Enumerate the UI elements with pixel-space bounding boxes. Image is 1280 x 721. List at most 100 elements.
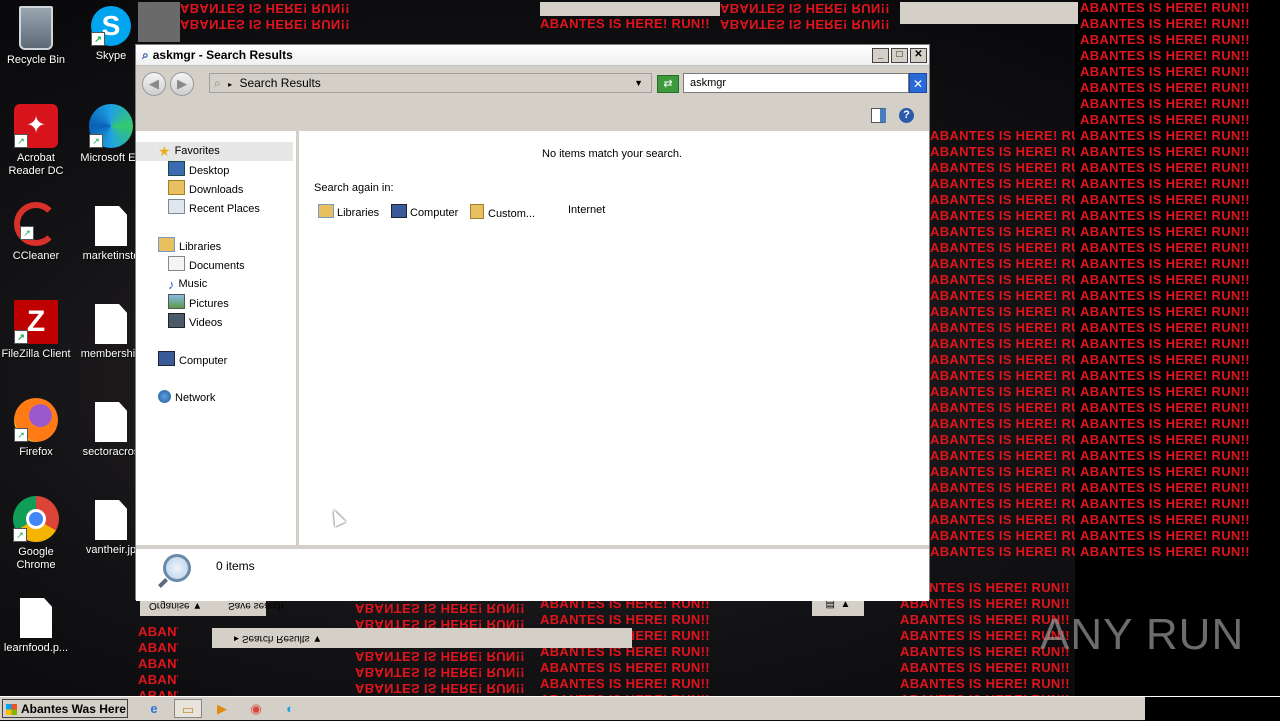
explorer-window[interactable]: ⌕ askmgr - Search Results _ □ ✕ ◀ ▶ ⌕ ▸ … (135, 44, 930, 601)
spam-text-row: ABANTES IS HERE! RUN!! ABANTES IS HERE! … (720, 1, 890, 32)
maximize-button[interactable]: □ (891, 47, 908, 63)
nav-item-videos[interactable]: Videos (168, 313, 222, 332)
taskbar-ie-icon[interactable]: e (140, 699, 168, 718)
taskbar-chrome-icon[interactable]: ◉ (242, 699, 270, 718)
navigation-pane: ★ Favorites Desktop Downloads Recent Plac… (136, 131, 299, 545)
nav-item-documents[interactable]: Documents (168, 256, 245, 275)
nav-label: Music (178, 278, 208, 290)
desktop-icon-firefox[interactable]: ↗ Firefox (0, 398, 74, 459)
search-icon: ⌕ (214, 76, 221, 90)
desktop-icon-chrome[interactable]: ↗ Google Chrome (0, 496, 74, 572)
window-title: askmgr - Search Results (152, 48, 293, 62)
close-button[interactable]: ✕ (910, 47, 927, 63)
address-bar[interactable]: ⌕ ▸ Search Results ▼ (209, 73, 652, 93)
desktop-icon (168, 161, 185, 176)
shortcut-arrow-icon: ↗ (14, 134, 28, 148)
desktop-icon-learnfood[interactable]: learnfood.p... (0, 594, 74, 655)
desktop-icon-acrobat[interactable]: ✦ ↗ Acrobat Reader DC (0, 104, 74, 178)
edge-icon: ↗ (89, 104, 133, 148)
nav-item-recent-places[interactable]: Recent Places (168, 199, 260, 218)
recent-places-icon (168, 199, 185, 214)
start-button[interactable]: Abantes Was Here (2, 699, 128, 718)
search-location-libraries[interactable]: Libraries (318, 204, 379, 219)
desktop-icon-filezilla[interactable]: Z ↗ FileZilla Client (0, 300, 74, 361)
back-button[interactable]: ◀ (142, 72, 166, 96)
nav-item-pictures[interactable]: Pictures (168, 294, 229, 313)
mouse-cursor-icon (328, 507, 346, 527)
nav-item-downloads[interactable]: Downloads (168, 180, 243, 199)
nav-item-favorites[interactable]: ★ Favorites (136, 142, 293, 161)
taskbar-edge-icon[interactable]: ◐ (276, 699, 304, 718)
network-icon (158, 390, 171, 403)
clear-search-button[interactable]: ✕ (909, 73, 927, 93)
nav-item-desktop[interactable]: Desktop (168, 161, 229, 180)
ghost-breadcrumb-bar: ▸ Search Results ▼ (212, 628, 632, 648)
search-window-icon: ⌕ (142, 47, 149, 62)
nav-label: Libraries (179, 241, 222, 253)
details-pane: 0 items (136, 548, 929, 601)
location-label: Custom... (488, 208, 536, 220)
file-icon (95, 402, 127, 442)
desktop-icon-label: Acrobat Reader DC (8, 152, 64, 177)
ghost-save-search-label: Save search (228, 600, 284, 611)
nav-label: Favorites (174, 145, 220, 157)
watermark: ANY RUN (1040, 610, 1245, 659)
desktop-icon-label: sectoracros (82, 446, 140, 458)
firefox-icon: ↗ (14, 398, 58, 442)
file-icon (95, 500, 127, 540)
help-icon[interactable]: ? (899, 108, 914, 123)
address-dropdown-icon[interactable]: ▼ (634, 74, 643, 92)
preview-pane-icon[interactable] (871, 108, 886, 123)
minimize-button[interactable]: _ (872, 47, 889, 63)
address-bar-row: ◀ ▶ ⌕ ▸ Search Results ▼ ⇄ askmgr ✕ (136, 67, 929, 99)
nav-item-computer[interactable]: Computer (158, 351, 227, 370)
nav-label: Pictures (189, 298, 229, 310)
ccleaner-icon: ↗ (14, 202, 58, 246)
empty-message: No items match your search. (542, 148, 682, 160)
nav-label: Videos (189, 317, 223, 329)
spam-text-column: ABANTES IS HERE! RUN!! ABANTES IS HERE! … (930, 128, 1075, 559)
location-label: Libraries (337, 207, 380, 219)
nav-item-network[interactable]: Network (158, 389, 215, 408)
search-location-internet[interactable]: Internet (568, 204, 605, 216)
command-bar: ? (136, 99, 929, 131)
magnifier-handle-icon (158, 578, 168, 588)
shortcut-arrow-icon: ↗ (13, 528, 27, 542)
breadcrumb: Search Results (239, 76, 321, 90)
search-input[interactable]: askmgr (683, 73, 909, 93)
title-bar[interactable]: ⌕ askmgr - Search Results _ □ ✕ (136, 45, 929, 66)
taskbar: Abantes Was Here e ▭ ▶ ◉ ◐ (0, 696, 1280, 721)
glitch-strip (540, 2, 720, 16)
shortcut-arrow-icon: ↗ (89, 134, 103, 148)
refresh-button[interactable]: ⇄ (657, 75, 679, 93)
desktop-icon-label: CCleaner (12, 250, 60, 262)
skype-icon: S ↗ (91, 6, 131, 46)
forward-button[interactable]: ▶ (170, 72, 194, 96)
spam-text-row: ABANTES IS HERE! RUN!! ABANTES IS HERE! … (540, 16, 710, 31)
desktop-icon-recycle-bin[interactable]: Recycle Bin (0, 6, 74, 67)
search-results-pane: No items match your search. Search again… (299, 131, 929, 545)
nav-label: Desktop (189, 165, 230, 177)
nav-label: Documents (189, 260, 245, 272)
nav-item-music[interactable]: ♪ Music (168, 275, 207, 294)
videos-icon (168, 313, 185, 328)
spam-text-column: ABANTES IS HERE! RUN!! ABANTES IS HERE! … (1080, 0, 1250, 559)
filezilla-icon: Z ↗ (14, 300, 58, 344)
desktop-icon-label: learnfood.p... (3, 642, 69, 654)
pictures-icon (168, 294, 185, 309)
taskbar-media-player-icon[interactable]: ▶ (208, 699, 236, 718)
chrome-icon: ↗ (13, 496, 59, 542)
desktop-icon-label: vantheir.jp (85, 544, 137, 556)
music-icon: ♪ (168, 277, 175, 292)
desktop-icon-label: Skype (95, 50, 127, 62)
taskbar-explorer-icon[interactable]: ▭ (174, 699, 202, 718)
shortcut-arrow-icon: ↗ (14, 428, 28, 442)
file-icon (20, 598, 52, 638)
glitch-strip (900, 2, 1078, 24)
search-location-custom[interactable]: Custom... (470, 204, 535, 220)
search-location-computer[interactable]: Computer (391, 204, 458, 219)
desktop-icon-label: membership (80, 348, 142, 360)
desktop-icon-ccleaner[interactable]: ↗ CCleaner (0, 202, 74, 263)
recycle-bin-icon (19, 6, 53, 50)
nav-item-libraries[interactable]: Libraries (158, 237, 221, 256)
